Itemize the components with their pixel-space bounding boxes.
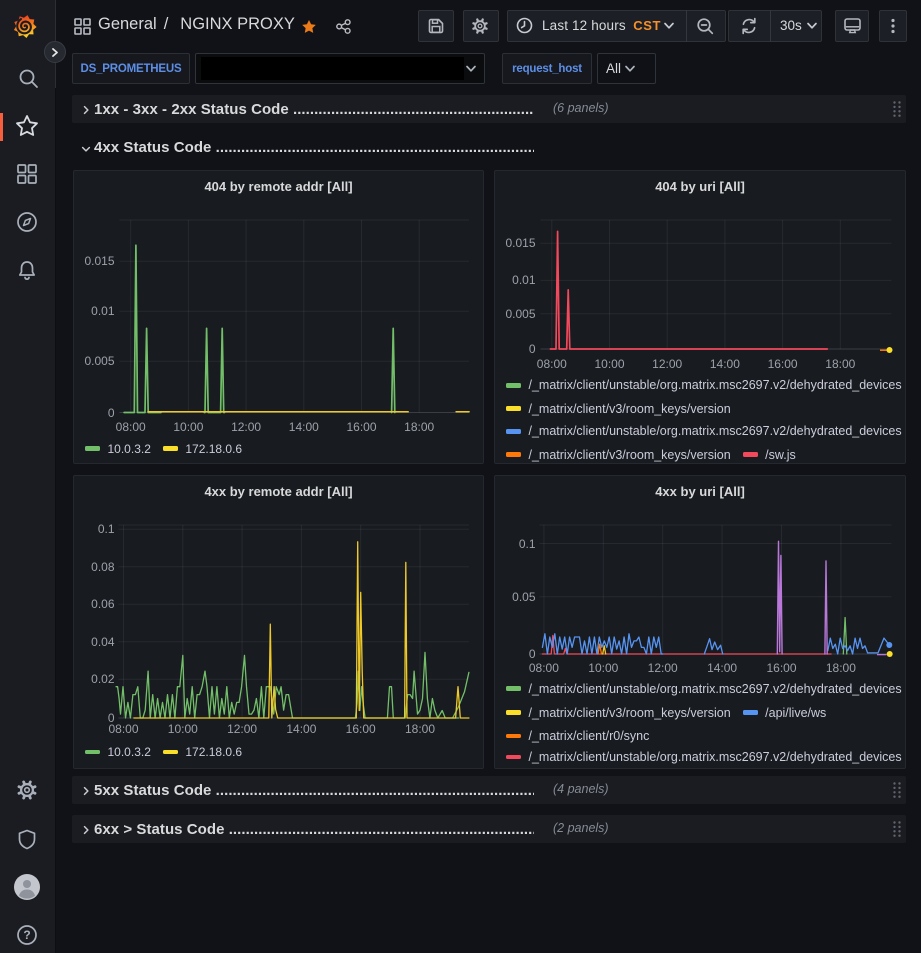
svg-text:?: ?	[23, 928, 30, 942]
